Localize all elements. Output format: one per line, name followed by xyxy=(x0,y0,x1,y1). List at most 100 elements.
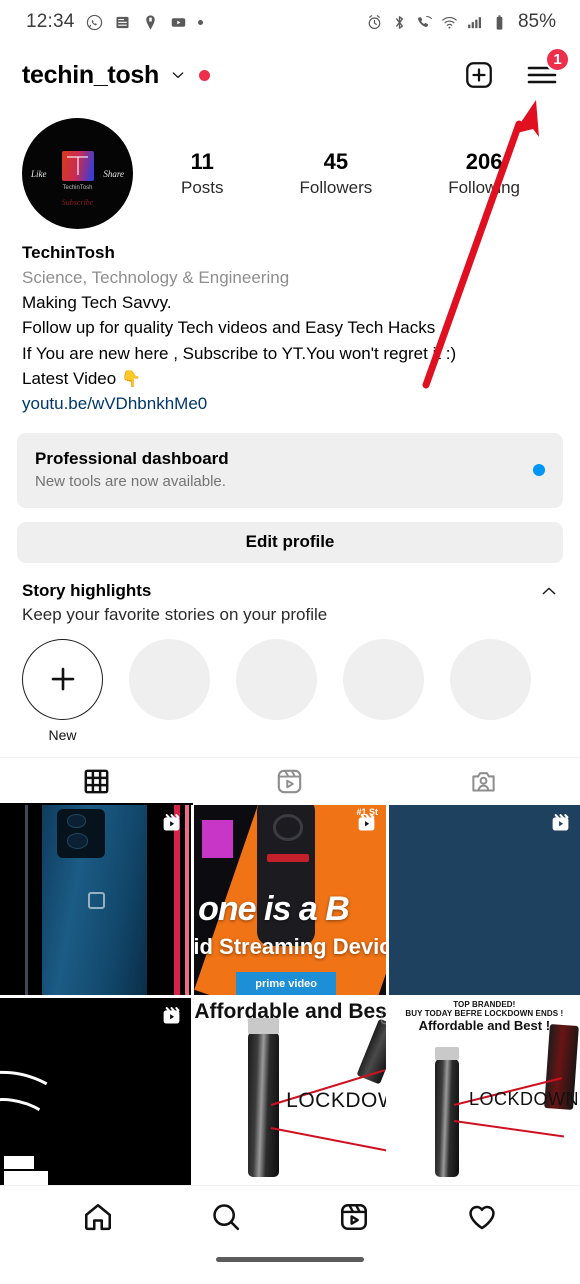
tab-grid[interactable] xyxy=(0,758,194,805)
post-lockdown-text: LOCKDOWN xyxy=(286,1089,386,1113)
display-name: TechinTosh xyxy=(22,243,115,262)
profile-header: techin_tosh 1 xyxy=(0,44,580,106)
stat-posts-value: 11 xyxy=(190,149,214,175)
stat-posts[interactable]: 11 Posts xyxy=(181,148,224,198)
avatar[interactable]: Like Share TechinTosh Subscribe xyxy=(22,118,133,229)
profile-category: Science, Technology & Engineering xyxy=(22,267,290,287)
avatar-like-text: Like xyxy=(31,169,47,180)
stats-row: 11 Posts 45 Followers 206 Following xyxy=(133,148,558,198)
reels-icon xyxy=(341,1204,368,1231)
post-overlay-text-1: one is a B xyxy=(198,890,350,929)
chevron-down-icon[interactable] xyxy=(170,67,186,83)
stat-following-value: 206 xyxy=(465,149,503,175)
post-thumbnail[interactable] xyxy=(0,804,192,995)
bio-line-4: Latest Video 👇 xyxy=(22,366,558,392)
edit-profile-button[interactable]: Edit profile xyxy=(17,521,563,563)
highlight-new[interactable]: New xyxy=(22,638,103,743)
avatar-brand-text: TechinTosh xyxy=(62,184,93,191)
call-wifi-icon xyxy=(418,15,432,27)
whatsapp-icon xyxy=(86,14,102,30)
story-indicator-dot xyxy=(199,69,210,81)
grid-icon xyxy=(84,769,109,794)
stat-followers-label: Followers xyxy=(299,177,373,197)
tab-tagged[interactable] xyxy=(387,758,580,805)
stat-following[interactable]: 206 Following xyxy=(448,148,520,198)
battery-percent: 85% xyxy=(517,11,556,32)
menu-button[interactable]: 1 xyxy=(494,47,570,87)
avatar-logo-icon xyxy=(61,151,94,182)
stat-followers[interactable]: 45 Followers xyxy=(299,148,372,198)
plus-square-icon xyxy=(466,62,492,88)
gesture-bar xyxy=(216,1257,364,1262)
bluetooth-icon xyxy=(395,15,403,29)
status-bar-right: 85% xyxy=(366,11,556,33)
reels-icon xyxy=(358,814,375,831)
stat-followers-value: 45 xyxy=(323,149,349,175)
bio-line-2: Follow up for quality Tech videos and Ea… xyxy=(22,318,445,338)
highlight-placeholder[interactable] xyxy=(450,638,531,743)
more-dot-icon xyxy=(197,19,203,25)
reels-icon xyxy=(163,1007,180,1024)
bio-latest-video-label: Latest Video xyxy=(22,368,117,388)
stat-following-label: Following xyxy=(448,177,521,197)
nav-home[interactable] xyxy=(34,1201,162,1233)
post-overlay-text-2: roid Streaming Devic xyxy=(194,934,386,960)
tab-reels[interactable] xyxy=(193,758,386,805)
story-highlights-section: Story highlights Keep your favorite stor… xyxy=(0,563,580,743)
highlight-placeholder[interactable] xyxy=(129,638,210,743)
dashboard-new-dot xyxy=(533,463,545,476)
post-brand-text: prime video xyxy=(236,972,336,995)
bio-line-3: If You are new here , Subscribe to YT.Yo… xyxy=(22,343,457,363)
post-top-line: TOP BRANDED! xyxy=(453,999,516,1009)
reels-icon xyxy=(552,814,569,831)
pin-icon xyxy=(145,14,155,30)
post-thumbnail[interactable] xyxy=(0,997,192,1188)
plus-icon xyxy=(51,668,74,691)
post-grid: #1 St one is a B roid Streaming Devic pr… xyxy=(0,804,580,1188)
post-thumbnail[interactable] xyxy=(388,804,580,995)
story-highlights-row: New xyxy=(22,638,558,743)
post-thumbnail[interactable]: Affordable and Best ! LOCKDOWN xyxy=(194,997,386,1188)
chevron-up-icon[interactable] xyxy=(540,582,558,600)
avatar-subscribe-text: Subscribe xyxy=(61,197,94,207)
avatar-share-text: Share xyxy=(103,169,124,180)
reels-icon xyxy=(163,814,180,831)
bio-section: TechinTosh Science, Technology & Enginee… xyxy=(0,229,580,417)
home-icon xyxy=(85,1204,111,1231)
reels-icon xyxy=(380,1009,386,1025)
tagged-icon xyxy=(472,772,495,792)
highlight-placeholder[interactable] xyxy=(343,638,424,743)
status-bar: 12:34 85% xyxy=(0,0,580,44)
story-highlights-subtitle: Keep your favorite stories on your profi… xyxy=(22,604,328,624)
story-highlights-title: Story highlights xyxy=(22,580,152,600)
post-mid-line: BUY TODAY BEFRE LOCKDOWN ENDS ! xyxy=(405,1008,564,1018)
nav-search[interactable] xyxy=(162,1201,290,1233)
status-bar-left: 12:34 xyxy=(26,11,203,33)
bio-link[interactable]: youtu.be/wVDhbnkhMe0 xyxy=(22,391,558,416)
content-tabs xyxy=(0,756,580,805)
post-lockdown-text: LOCKDOWN xyxy=(469,1089,580,1110)
bottom-navigation xyxy=(0,1185,580,1284)
status-time: 12:34 xyxy=(26,11,75,32)
news-icon xyxy=(116,16,129,28)
reels-icon xyxy=(278,769,302,794)
heart-icon xyxy=(469,1205,495,1230)
nav-reels[interactable] xyxy=(290,1201,418,1233)
post-thumbnail[interactable]: TOP BRANDED! BUY TODAY BEFRE LOCKDOWN EN… xyxy=(388,997,580,1188)
add-post-button[interactable] xyxy=(464,60,494,90)
menu-badge: 1 xyxy=(545,47,570,72)
alarm-icon xyxy=(368,14,381,29)
highlight-placeholder[interactable] xyxy=(236,638,317,743)
username-label[interactable]: techin_tosh xyxy=(22,61,159,90)
signal-icon xyxy=(468,16,481,28)
professional-dashboard-card[interactable]: Professional dashboard New tools are now… xyxy=(17,432,563,508)
post-headline: Affordable and Best ! xyxy=(194,999,386,1023)
action-cards: Professional dashboard New tools are now… xyxy=(0,417,580,563)
highlight-new-label: New xyxy=(48,726,77,743)
stat-posts-label: Posts xyxy=(180,177,224,197)
search-icon xyxy=(213,1204,240,1231)
post-thumbnail[interactable]: #1 St one is a B roid Streaming Devic pr… xyxy=(194,804,386,995)
nav-activity[interactable] xyxy=(418,1201,546,1233)
youtube-icon xyxy=(171,17,185,27)
wifi-icon xyxy=(442,16,457,29)
